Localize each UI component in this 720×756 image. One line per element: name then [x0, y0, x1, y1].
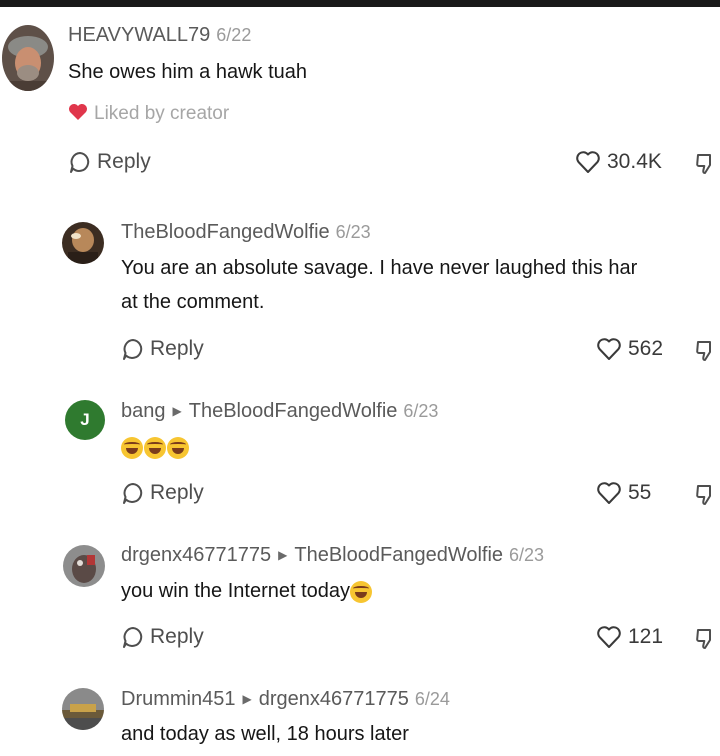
thumbs-down-icon	[696, 629, 711, 649]
comment-text-line1: You are an absolute savage. I have never…	[121, 257, 638, 279]
like-count: 562	[628, 337, 664, 360]
thumbs-down-icon	[696, 485, 711, 505]
avatar[interactable]: J	[65, 400, 105, 440]
username-text[interactable]: Drummin451	[121, 688, 235, 710]
heart-filled-icon	[68, 103, 88, 127]
like-count: 121	[628, 625, 664, 648]
comment-text: and today as well, 18 hours later	[121, 723, 409, 745]
dislike-button[interactable]	[694, 152, 718, 181]
avatar[interactable]	[62, 688, 104, 730]
comment-date: 6/23	[403, 401, 439, 421]
reply-arrow-icon: ▶	[242, 692, 252, 706]
liked-by-creator-label: Liked by creator	[94, 103, 230, 124]
username-text[interactable]: drgenx46771775	[121, 544, 271, 566]
reply-label: Reply	[97, 150, 151, 173]
comment-username[interactable]: HEAVYWALL79 6/22	[68, 24, 251, 47]
avatar[interactable]	[2, 25, 54, 91]
reply-button[interactable]: Reply	[121, 625, 204, 649]
reply-to-username[interactable]: TheBloodFangedWolfie	[294, 544, 503, 566]
reply-button[interactable]: Reply	[121, 337, 204, 361]
laughing-emoji-icon	[350, 580, 373, 603]
liked-by-creator-badge: Liked by creator	[68, 101, 229, 125]
comment-date: 6/23	[335, 222, 371, 242]
heart-outline-icon	[597, 338, 621, 360]
thumbs-down-icon	[696, 154, 711, 174]
reply-icon	[123, 483, 143, 504]
comment-date: 6/23	[509, 545, 545, 565]
heart-outline-icon	[597, 482, 621, 504]
laughing-emoji-icon	[144, 436, 166, 459]
username-text[interactable]: bang	[121, 400, 166, 422]
like-button[interactable]: 562	[596, 337, 663, 361]
dislike-button[interactable]	[694, 627, 718, 656]
like-count: 30.4K	[607, 150, 662, 173]
heart-outline-icon	[597, 626, 621, 648]
like-button[interactable]: 121	[596, 625, 663, 649]
comment-text: you win the Internet today	[121, 576, 373, 606]
reply-icon	[123, 339, 143, 360]
avatar[interactable]	[63, 545, 105, 587]
comment-date: 6/22	[216, 25, 252, 45]
reply-to-username[interactable]: drgenx46771775	[259, 688, 409, 710]
laughing-emoji-icon	[167, 436, 189, 459]
like-button[interactable]: 55	[596, 481, 651, 505]
reply-button[interactable]: Reply	[68, 150, 151, 174]
dislike-button[interactable]	[694, 339, 718, 368]
reply-to-username[interactable]: TheBloodFangedWolfie	[189, 400, 398, 422]
reply-arrow-icon: ▶	[278, 548, 288, 562]
reply-icon	[70, 152, 90, 173]
heart-outline-icon	[576, 151, 600, 173]
reply-button[interactable]: Reply	[121, 481, 204, 505]
reply-label: Reply	[150, 337, 204, 360]
comment-username[interactable]: Drummin451 ▶ drgenx46771775 6/24	[121, 688, 450, 711]
like-button[interactable]: 30.4K	[575, 150, 662, 174]
username-text[interactable]: TheBloodFangedWolfie	[121, 221, 330, 243]
username-text[interactable]: HEAVYWALL79	[68, 24, 210, 46]
reply-icon	[123, 627, 143, 648]
reply-label: Reply	[150, 625, 204, 648]
comment-text: She owes him a hawk tuah	[68, 61, 308, 83]
thumbs-down-icon	[696, 341, 711, 361]
dislike-button[interactable]	[694, 483, 718, 512]
reply-arrow-icon: ▶	[172, 404, 182, 418]
comment-username[interactable]: bang ▶ TheBloodFangedWolfie 6/23	[121, 400, 438, 423]
comment-text-content: you win the Internet today	[121, 580, 351, 602]
comment-date: 6/24	[414, 689, 450, 709]
comment-text-line2: at the comment.	[121, 291, 265, 313]
reply-label: Reply	[150, 481, 204, 504]
laughing-emoji-icon	[121, 436, 143, 459]
comment-username[interactable]: TheBloodFangedWolfie 6/23	[121, 221, 371, 244]
comment-username[interactable]: drgenx46771775 ▶ TheBloodFangedWolfie 6/23	[121, 544, 544, 567]
avatar-letter: J	[80, 410, 90, 429]
top-bar	[0, 0, 720, 7]
like-count: 55	[628, 481, 652, 504]
comment-emoji-row	[121, 432, 190, 462]
avatar[interactable]	[62, 222, 104, 264]
